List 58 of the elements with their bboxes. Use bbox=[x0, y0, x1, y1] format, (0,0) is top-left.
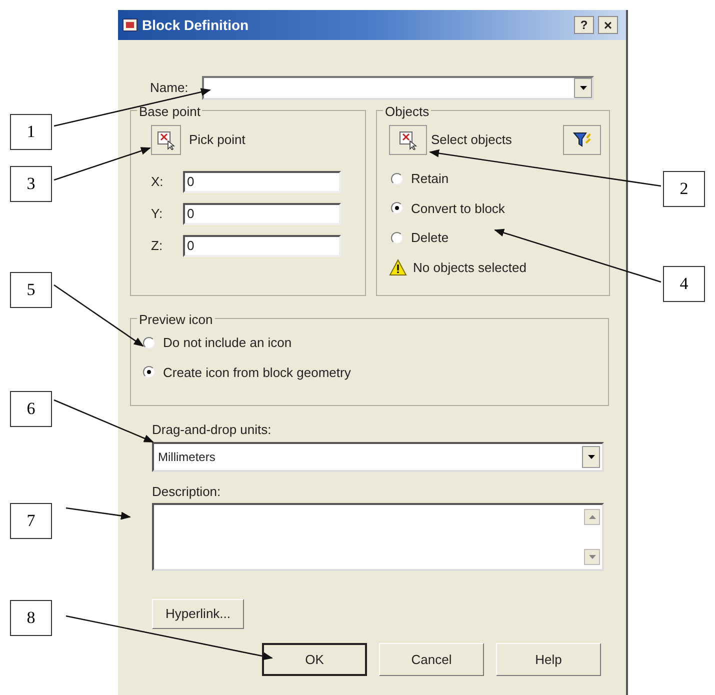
quick-select-button[interactable] bbox=[563, 125, 601, 155]
field-label: Y: bbox=[151, 205, 164, 224]
coordinate-input[interactable]: 0 bbox=[183, 203, 341, 225]
down-arrow-icon bbox=[588, 555, 596, 559]
option-label: Delete bbox=[411, 229, 449, 247]
field-label: Z: bbox=[151, 237, 164, 256]
option-label: Create icon from block geometry bbox=[163, 364, 351, 382]
field-label: Description: bbox=[152, 482, 222, 501]
callout-number: 4 bbox=[663, 266, 705, 302]
button-caption: Select objects bbox=[431, 131, 513, 150]
window-title: Block Definition bbox=[142, 16, 250, 34]
callout-number: 6 bbox=[10, 391, 52, 427]
dropdown-arrow-icon bbox=[580, 86, 587, 90]
up-arrow-icon bbox=[588, 515, 596, 519]
close-button[interactable]: × bbox=[598, 16, 618, 34]
callout-number: 5 bbox=[10, 272, 52, 308]
hyperlink-button[interactable]: Hyperlink... bbox=[152, 599, 244, 629]
select-objects-button[interactable] bbox=[389, 125, 427, 155]
dialog-button[interactable]: Help bbox=[496, 643, 601, 676]
option-label: Retain bbox=[411, 170, 449, 188]
description-text-area[interactable] bbox=[152, 503, 604, 571]
radio-button[interactable] bbox=[391, 232, 403, 244]
help-button[interactable]: ? bbox=[574, 16, 594, 34]
callout-number: 1 bbox=[10, 114, 52, 150]
radio-button[interactable] bbox=[143, 366, 155, 378]
scroll-up-button[interactable] bbox=[584, 509, 600, 525]
dialog-button[interactable]: Cancel bbox=[379, 643, 484, 676]
callout-number: 3 bbox=[10, 166, 52, 202]
cursor-icon bbox=[398, 130, 418, 150]
dropdown-arrow-icon bbox=[588, 454, 594, 458]
coordinate-input[interactable]: 0 bbox=[183, 235, 341, 257]
radio-button[interactable] bbox=[391, 172, 403, 185]
units-combo-box[interactable]: Millimeters bbox=[152, 442, 604, 472]
coordinate-input[interactable]: 0 bbox=[183, 171, 341, 193]
combo-value: Millimeters bbox=[157, 448, 216, 466]
field-label: X: bbox=[151, 173, 164, 192]
field-label: Drag-and-drop units: bbox=[152, 421, 272, 439]
pick-point-button[interactable] bbox=[151, 125, 181, 155]
option-label: Do not include an icon bbox=[163, 334, 292, 352]
dialog-button[interactable]: OK bbox=[262, 643, 367, 676]
button-caption: Pick point bbox=[189, 131, 246, 150]
radio-button[interactable] bbox=[143, 336, 155, 349]
warning-icon bbox=[389, 258, 407, 276]
callout-number: 2 bbox=[663, 171, 705, 207]
name-combo-box[interactable] bbox=[202, 76, 594, 100]
pointer-arrow bbox=[66, 507, 131, 520]
cursor-icon bbox=[156, 130, 176, 150]
callout-number: 8 bbox=[10, 600, 52, 636]
block-icon bbox=[122, 17, 138, 33]
scroll-down-button[interactable] bbox=[584, 549, 600, 565]
option-label: Convert to block bbox=[411, 200, 505, 218]
dropdown-button[interactable] bbox=[574, 78, 592, 98]
warning-message: No objects selected bbox=[413, 258, 526, 277]
field-label: Name: bbox=[150, 79, 188, 98]
dropdown-button[interactable] bbox=[582, 446, 600, 468]
funnel-icon bbox=[572, 130, 592, 150]
callout-number: 7 bbox=[10, 503, 52, 539]
radio-button[interactable] bbox=[391, 202, 403, 214]
